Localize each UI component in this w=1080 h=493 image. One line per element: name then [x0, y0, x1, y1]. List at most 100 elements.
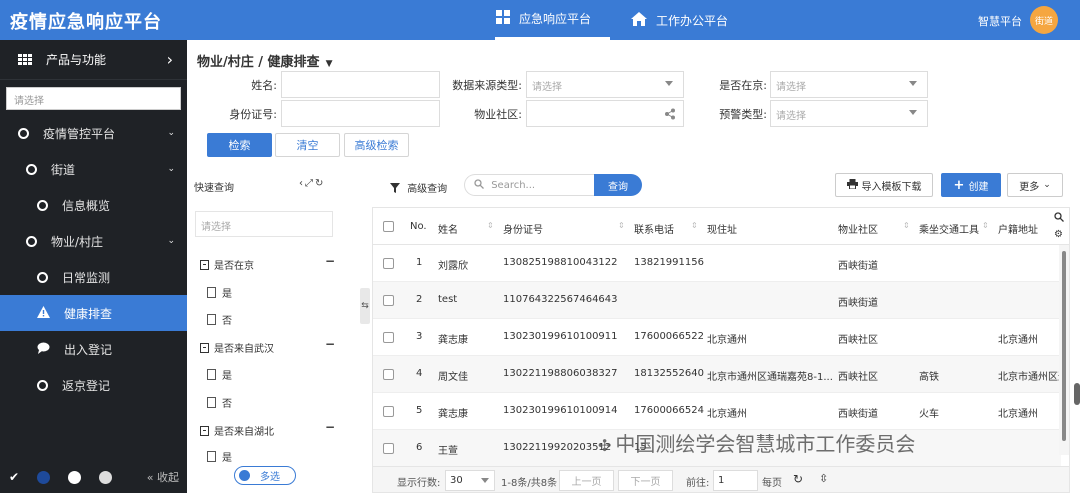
- grid-search-button[interactable]: 查询: [594, 174, 642, 196]
- quick-query-select[interactable]: 请选择: [195, 211, 333, 237]
- id-number-input[interactable]: [281, 100, 440, 127]
- row-checkbox[interactable]: [383, 332, 394, 343]
- tree-group-from-wuhan[interactable]: 是否来自武汉: [200, 340, 274, 355]
- tab-emergency-platform[interactable]: 应急响应平台: [495, 0, 610, 40]
- grid-search-input[interactable]: Search...: [464, 174, 594, 196]
- refresh-icon[interactable]: ↻: [793, 472, 803, 486]
- column-header-phone[interactable]: 联系电话: [634, 221, 674, 236]
- clear-button[interactable]: 清空: [275, 133, 340, 157]
- cell-name: test: [438, 294, 458, 305]
- sidebar-item-overview[interactable]: 信息概览: [0, 187, 187, 223]
- cell-phone: 17600066522: [634, 331, 704, 342]
- advanced-search-button[interactable]: 高级检索: [344, 133, 409, 157]
- column-header-transport[interactable]: 乘坐交通工具: [919, 221, 979, 236]
- column-header-name[interactable]: 姓名: [438, 221, 458, 236]
- multi-select-toggle[interactable]: 多选: [234, 466, 296, 485]
- table-row[interactable]: 1 刘露欣 130825198810043122 13821991156 西峡街…: [373, 245, 1061, 282]
- sidebar-item-entry-registration[interactable]: 出入登记: [0, 331, 187, 367]
- search-button[interactable]: 检索: [207, 133, 272, 157]
- tree-option[interactable]: 否: [207, 395, 232, 410]
- grid-scrollbar[interactable]: [1059, 245, 1069, 455]
- import-template-button[interactable]: 导入模板下载: [835, 173, 933, 197]
- panel-splitter-handle[interactable]: ⇆: [360, 288, 370, 324]
- dropdown-arrow-icon: [665, 81, 673, 86]
- tree-option[interactable]: 是: [207, 449, 232, 464]
- row-checkbox[interactable]: [383, 258, 394, 269]
- printer-icon: [846, 179, 862, 191]
- sidebar-item-property-village[interactable]: 物业/村庄 ⌄: [0, 223, 187, 259]
- column-header-household[interactable]: 户籍地址: [998, 221, 1038, 236]
- theme-gray-dot[interactable]: [99, 470, 113, 484]
- select-all-checkbox[interactable]: [383, 221, 394, 232]
- sidebar-item-street[interactable]: 街道 ⌄: [0, 151, 187, 187]
- refresh-icon[interactable]: ↻: [315, 178, 325, 189]
- avatar[interactable]: 街道: [1030, 6, 1058, 34]
- table-row[interactable]: 5 龚志康 130230199610100914 17600066524 北京通…: [373, 393, 1061, 430]
- tree-option[interactable]: 是: [207, 285, 232, 300]
- next-page-button[interactable]: 下一页: [618, 470, 673, 491]
- expand-icon[interactable]: ⤢: [305, 178, 315, 189]
- cell-no: 6: [416, 442, 423, 453]
- row-checkbox[interactable]: [383, 295, 394, 306]
- row-checkbox[interactable]: [383, 406, 394, 417]
- community-select[interactable]: [526, 100, 684, 127]
- page-scrollbar-thumb[interactable]: [1074, 383, 1080, 405]
- collapse-group-icon[interactable]: −: [325, 254, 335, 268]
- sidebar-item-return-registration[interactable]: 返京登记: [0, 367, 187, 403]
- in-beijing-label: 是否在京:: [719, 79, 767, 92]
- in-beijing-select[interactable]: 请选择: [770, 71, 928, 98]
- tree-group-from-hubei[interactable]: 是否来自湖北: [200, 423, 274, 438]
- column-header-id-number[interactable]: 身份证号: [503, 221, 543, 236]
- wechat-icon: ✣: [598, 436, 612, 455]
- sort-icon[interactable]: ⇕: [691, 221, 698, 230]
- create-button[interactable]: + 创建: [941, 173, 1001, 197]
- sort-icon[interactable]: ⇕: [618, 221, 625, 230]
- alert-type-select[interactable]: 请选择: [770, 100, 928, 127]
- products-menu-toggle[interactable]: 产品与功能 ›: [0, 40, 187, 80]
- row-checkbox[interactable]: [383, 443, 394, 454]
- theme-white-dot[interactable]: [68, 470, 82, 484]
- source-type-select[interactable]: 请选择: [526, 71, 684, 98]
- breadcrumb[interactable]: 物业/村庄 / 健康排查 ▼: [197, 51, 332, 70]
- collapse-sidebar-button[interactable]: « 收起: [147, 469, 179, 485]
- sort-icon[interactable]: ⇕: [982, 221, 989, 230]
- column-header-community[interactable]: 物业社区: [838, 221, 878, 236]
- table-row[interactable]: 4 周文佳 130221198806038327 18132552640 北京市…: [373, 356, 1061, 393]
- sidebar-item-label: 街道: [51, 162, 76, 177]
- sort-icon[interactable]: ⇕: [487, 221, 494, 230]
- theme-blue-dot[interactable]: [37, 470, 51, 484]
- scrollbar-thumb[interactable]: [1062, 251, 1066, 441]
- platform-label[interactable]: 智慧平台: [978, 13, 1022, 29]
- page-number-input[interactable]: 1: [713, 470, 758, 491]
- export-icon[interactable]: ⇳: [819, 472, 828, 485]
- collapse-group-icon[interactable]: −: [325, 420, 335, 434]
- more-button[interactable]: 更多 ⌄: [1007, 173, 1063, 197]
- search-placeholder: Search...: [491, 180, 536, 191]
- advanced-filter-button[interactable]: 高级查询: [390, 180, 447, 195]
- check-icon[interactable]: ✔: [9, 470, 19, 484]
- quick-query-title: 快速查询: [194, 183, 234, 194]
- table-row[interactable]: 2 test 110764322567464643 西峡街道: [373, 282, 1061, 319]
- table-row[interactable]: 3 龚志康 130230199610100911 17600066522 北京通…: [373, 319, 1061, 356]
- prev-page-button[interactable]: 上一页: [559, 470, 614, 491]
- grid-header: No. 姓名 ⇕ 身份证号 ⇕ 联系电话 ⇕ 现住址 物业社区 ⇕ 乘坐交通工具…: [373, 208, 1069, 245]
- rows-per-page-select[interactable]: 30: [445, 470, 495, 491]
- gear-icon[interactable]: ⚙: [1054, 229, 1063, 240]
- search-icon[interactable]: [1054, 212, 1064, 225]
- column-header-address[interactable]: 现住址: [707, 221, 737, 236]
- sidebar-item-daily-monitoring[interactable]: 日常监测: [0, 259, 187, 295]
- collapse-group-icon[interactable]: −: [325, 337, 335, 351]
- tree-group-in-beijing[interactable]: 是否在京: [200, 257, 254, 272]
- quick-query-tools: ‹⤢↻: [299, 178, 325, 189]
- sidebar-item-epidemic-control[interactable]: 疫情管控平台 ⌄: [0, 115, 187, 151]
- row-checkbox[interactable]: [383, 369, 394, 380]
- sidebar-search-input[interactable]: 请选择: [6, 87, 181, 110]
- tree-option[interactable]: 否: [207, 312, 232, 327]
- cell-name: 王萱: [438, 446, 458, 457]
- column-header-no[interactable]: No.: [410, 221, 427, 232]
- sort-icon[interactable]: ⇕: [903, 221, 910, 230]
- tree-option[interactable]: 是: [207, 367, 232, 382]
- tab-office-platform[interactable]: 工作办公平台: [630, 0, 740, 40]
- sidebar-item-health-check[interactable]: 健康排查: [0, 295, 187, 331]
- name-input[interactable]: [281, 71, 440, 98]
